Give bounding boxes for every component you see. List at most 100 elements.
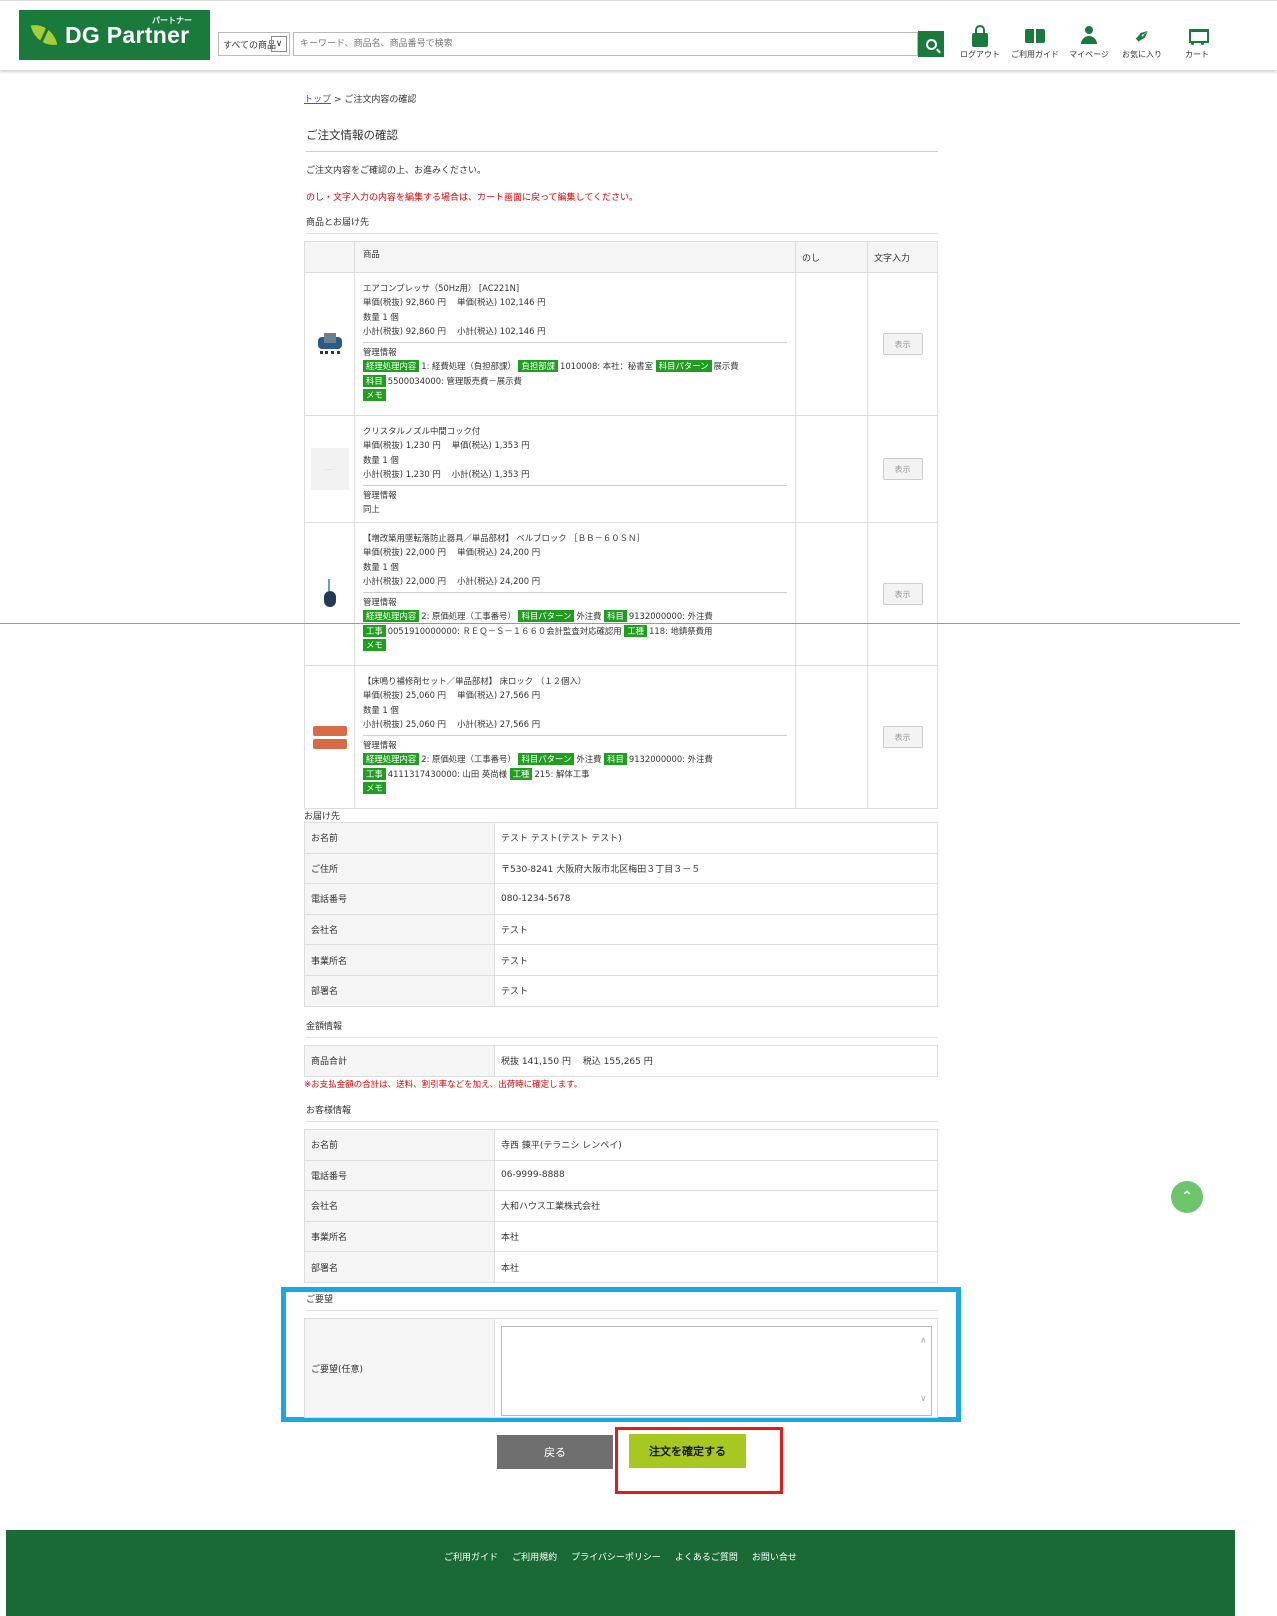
mgmt-label: 管理情報 (363, 347, 397, 358)
amount-table: 商品合計 税抜 141,150 円 税込 155,265 円 (304, 1045, 938, 1077)
mgmt-line: 工事 4111317430000: 山田 英尚様 工種 215: 解体工事 (363, 767, 787, 781)
mgmt-line: メモ (363, 638, 787, 652)
mgmt-text: 118: 地鎮祭費用 (649, 625, 713, 636)
mgmt-line: 経理処理内容 2: 原価処理（工事番号） 科目パターン 外注費 科目 91320000… (363, 752, 787, 766)
mgmt-line: 経理処理内容 2: 原価処理（工事番号） 科目パターン 外注費 科目 91320000… (363, 609, 787, 623)
customer-label: 部署名 (304, 1251, 495, 1283)
mgmt-line: 工事 0051910000000: ＲＥＱ－Ｓ－１６６０会計監査対応確認用 工種 1… (363, 624, 787, 638)
compressor-image (316, 333, 344, 355)
scroll-up-icon[interactable]: ∧ (920, 1336, 927, 1346)
show-text-button[interactable]: 表示 (882, 583, 923, 605)
customer-label: 事業所名 (304, 1220, 495, 1253)
product-subtotal: 小計(税抜) 92,860 円 小計(税込) 102,146 円 (363, 325, 546, 336)
amount-value: 税抜 141,150 円 税込 155,265 円 (494, 1045, 938, 1077)
delivery-label: 部署名 (304, 974, 495, 1007)
floor-lock-image (312, 722, 347, 752)
site-footer: ご利用ガイド ご利用規約 プライバシーポリシー よくあるご質問 お問い合せ (6, 1530, 1235, 1616)
mgmt-tag: 科目パターン (655, 360, 712, 373)
table-row: エアコンプレッサ（50Hz用） [AC221N] 単価(税抜) 92,860 円 … (305, 272, 937, 415)
nav-favorites-label: お気に入り (1122, 50, 1162, 59)
show-text-button[interactable]: 表示 (882, 333, 923, 355)
product-price: 単価(税抜) 22,000 円 単価(税込) 24,200 円 (363, 547, 541, 558)
mgmt-tag: 科目パターン (518, 753, 575, 766)
mgmt-text: 0051910000000: ＲＥＱ－Ｓ－１６６０会計監査対応確認用 (387, 625, 622, 636)
footer-link-contact[interactable]: お問い合せ (752, 1550, 797, 1616)
table-row: ······· クリスタルノズル中間コック付 単価(税抜) 1,230 円 単価(税… (305, 415, 937, 522)
nav-mypage[interactable]: マイページ (1061, 23, 1117, 60)
product-price: 単価(税抜) 92,860 円 単価(税込) 102,146 円 (363, 297, 546, 308)
page-title: ご注文情報の確認 (306, 127, 938, 152)
nav-mypage-label: マイページ (1069, 50, 1109, 59)
customer-label: 電話番号 (304, 1159, 495, 1192)
mgmt-label: 管理情報 (363, 597, 397, 608)
mgmt-tag: 科目パターン (518, 610, 575, 623)
header-product: 商品 (355, 242, 796, 272)
search-input[interactable] (293, 32, 918, 56)
table-row: お名前 寺西 錬平(テラニシ レンペイ) (304, 1129, 938, 1161)
table-row: 商品合計 税抜 141,150 円 税込 155,265 円 (304, 1045, 938, 1077)
header-noshi: のし (796, 242, 868, 272)
back-button[interactable]: 戻る (497, 1435, 613, 1469)
mgmt-label: 管理情報 (363, 490, 397, 501)
page-top-button[interactable]: ⌃ (1171, 1181, 1203, 1213)
table-row: 【床鳴り補修剤セット／単品部材】 床ロック （１２個入） 単価(税抜) 25,06… (305, 665, 937, 808)
mgmt-text: 展示費 (713, 361, 739, 372)
mgmt-tag: 科目 (604, 610, 627, 623)
table-row: 会社名 テスト (304, 913, 938, 946)
product-qty: 数量 1 個 (363, 454, 399, 465)
delivery-label: お名前 (304, 822, 495, 854)
nav-favorites[interactable]: ✒ お気に入り (1114, 21, 1170, 60)
footer-link-terms[interactable]: ご利用規約 (512, 1550, 557, 1616)
nav-guide-label: ご利用ガイド (1011, 50, 1059, 59)
mgmt-tag: 工事 (363, 624, 386, 637)
mgmt-tag: 負担部課 (518, 360, 558, 373)
logo-subtext: パートナー (152, 16, 192, 25)
table-row: 事業所名 本社 (304, 1220, 938, 1253)
mgmt-tag: 科目 (363, 374, 386, 387)
search-button[interactable] (918, 31, 944, 57)
table-row: お名前 テスト テスト(テスト テスト) (304, 822, 938, 854)
breadcrumb-separator: > (333, 95, 342, 105)
footer-link-privacy[interactable]: プライバシーポリシー (571, 1550, 661, 1616)
breadcrumb-top-link[interactable]: トップ (304, 95, 331, 105)
customer-value: 寺西 錬平(テラニシ レンペイ) (494, 1129, 938, 1161)
customer-title: お客様情報 (306, 1103, 938, 1122)
table-row: 会社名 大和ハウス工業株式会社 (304, 1190, 938, 1222)
mgmt-text: 9132000000: 外注費 (628, 611, 713, 622)
nav-cart-label: カート (1185, 50, 1209, 59)
delivery-value: テスト (494, 913, 938, 946)
show-text-button[interactable]: 表示 (882, 726, 923, 748)
nav-logout[interactable]: ログアウト (952, 23, 1008, 60)
mgmt-line: 経理処理内容 1: 経費処理（負担部課） 負担部課 1010008: 本社：秘書室 … (363, 359, 787, 373)
footer-link-faq[interactable]: よくあるご質問 (675, 1550, 738, 1616)
product-subtotal: 小計(税抜) 1,230 円 小計(税込) 1,353 円 (363, 468, 530, 479)
delivery-label: ご住所 (304, 852, 495, 885)
remarks-title: ご要望 (306, 1292, 938, 1311)
show-text-button[interactable]: 表示 (882, 458, 923, 480)
site-logo[interactable]: DG Partner パートナー (19, 10, 210, 60)
footer-link-guide[interactable]: ご利用ガイド (444, 1550, 498, 1616)
nav-guide[interactable]: ご利用ガイド (1007, 23, 1063, 60)
category-select[interactable]: すべての商品 ∨ (218, 32, 290, 56)
table-row: 【増改築用墜転落防止器具／単品部材】 ベルブロック ［ＢＢ－６０ＳＮ］ 単価(税抜… (305, 522, 937, 665)
delivery-value: 080-1234-5678 (494, 883, 938, 915)
nav-cart[interactable]: カート (1169, 23, 1225, 60)
customer-value: 本社 (494, 1251, 938, 1283)
delivery-title: お届け先 (304, 812, 341, 822)
site-header: DG Partner パートナー すべての商品 ∨ ログアウト ご利用ガイド マ… (0, 0, 1277, 70)
clip-icon: ✒ (1127, 21, 1157, 51)
remarks-textarea[interactable] (501, 1326, 932, 1416)
mgmt-text: 同上 (363, 504, 380, 515)
customer-table: お名前 寺西 錬平(テラニシ レンペイ) 電話番号 06-9999-8888 会社名 大和… (304, 1129, 938, 1283)
mgmt-tag: 工事 (363, 767, 386, 780)
user-icon (1080, 26, 1098, 46)
cart-icon (1186, 27, 1209, 45)
section-divider (0, 623, 1240, 624)
mgmt-text: 外注費 (576, 754, 602, 765)
customer-label: お名前 (304, 1129, 495, 1161)
scroll-down-icon[interactable]: ∨ (920, 1394, 927, 1404)
remarks-label: ご要望(任意) (305, 1319, 495, 1417)
leaf-logo-icon (29, 20, 59, 50)
product-subtotal: 小計(税抜) 22,000 円 小計(税込) 24,200 円 (363, 575, 541, 586)
confirm-highlight-box (615, 1427, 783, 1494)
